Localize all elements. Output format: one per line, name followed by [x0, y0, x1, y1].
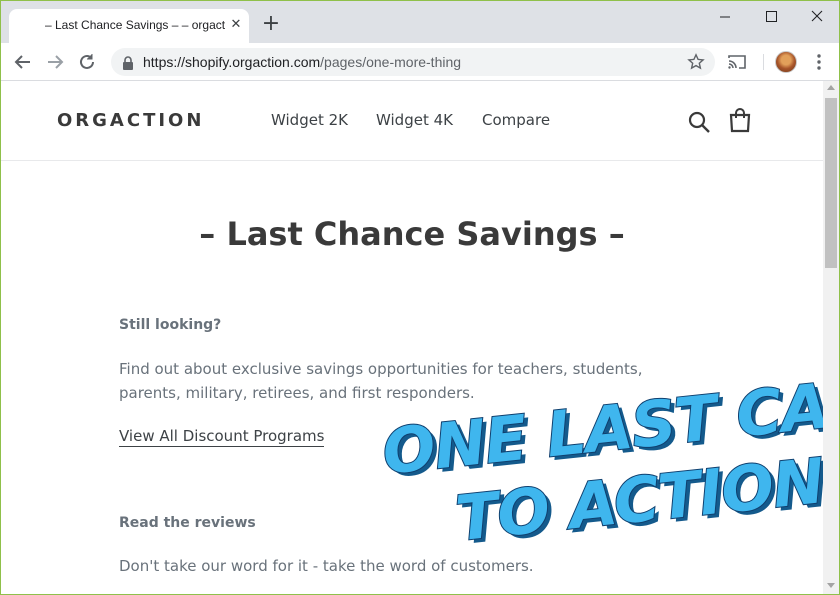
page-title: – Last Chance Savings –	[199, 215, 625, 253]
browser-window: – Last Chance Savings – – orgaction ✕ +	[1, 1, 839, 594]
tab-close-icon[interactable]: ✕	[229, 18, 243, 32]
page-scrollbar[interactable]	[823, 81, 839, 594]
page-viewport: ORGACTION Widget 2K Widget 4K Compare – …	[1, 81, 823, 594]
search-icon[interactable]	[687, 110, 711, 134]
menu-kebab-icon[interactable]	[809, 52, 829, 72]
section-body-reviews: Don't take our word for it - take the wo…	[119, 557, 534, 575]
new-tab-button[interactable]: +	[259, 13, 283, 37]
tab-active[interactable]: – Last Chance Savings – – orgaction ✕	[9, 9, 249, 43]
bookmark-star-icon[interactable]	[687, 53, 705, 71]
close-window-button[interactable]	[799, 5, 835, 29]
cta-overlay-svg: ONE LAST CALL ONE LAST CALL TO ACTION TO…	[378, 360, 823, 559]
nav-item-widget-2k[interactable]: Widget 2K	[271, 111, 348, 129]
close-icon	[811, 10, 823, 22]
nav-item-compare[interactable]: Compare	[482, 111, 550, 129]
address-bar[interactable]: https://shopify.orgaction.com/pages/one-…	[111, 48, 715, 76]
arrow-left-icon	[14, 55, 30, 69]
site-header: ORGACTION Widget 2K Widget 4K Compare	[1, 81, 823, 161]
reload-icon	[80, 54, 94, 69]
arrow-right-icon	[48, 55, 64, 69]
toolbar-divider	[763, 54, 764, 70]
site-logo[interactable]: ORGACTION	[57, 110, 204, 131]
maximize-icon	[766, 11, 777, 22]
minimize-icon	[720, 16, 730, 18]
scroll-thumb[interactable]	[825, 98, 837, 268]
maximize-button[interactable]	[753, 5, 789, 29]
discount-programs-link[interactable]: View All Discount Programs	[119, 427, 325, 447]
url-host: https://shopify.orgaction.com	[143, 54, 321, 70]
scroll-up-arrow-icon[interactable]	[827, 85, 835, 90]
reload-button[interactable]	[75, 50, 99, 74]
minimize-button[interactable]	[707, 5, 743, 29]
cart-bag-icon[interactable]	[728, 107, 752, 133]
cta-overlay-graphic: ONE LAST CALL ONE LAST CALL TO ACTION TO…	[377, 360, 823, 559]
nav-item-widget-4k[interactable]: Widget 4K	[376, 111, 453, 129]
section-heading-still-looking: Still looking?	[119, 317, 222, 333]
back-button[interactable]	[11, 50, 35, 74]
url-path: /pages/one-more-thing	[320, 54, 462, 70]
browser-toolbar: https://shopify.orgaction.com/pages/one-…	[1, 43, 839, 81]
tab-title: – Last Chance Savings – – orgaction	[45, 18, 225, 32]
profile-avatar[interactable]	[775, 51, 797, 73]
forward-button[interactable]	[43, 50, 67, 74]
section-heading-reviews: Read the reviews	[119, 515, 256, 531]
tab-strip: – Last Chance Savings – – orgaction ✕ +	[1, 1, 839, 43]
url-text: https://shopify.orgaction.com/pages/one-…	[143, 54, 461, 70]
scroll-down-arrow-icon[interactable]	[827, 583, 835, 588]
lock-icon	[121, 55, 135, 70]
cast-icon[interactable]	[727, 52, 747, 72]
